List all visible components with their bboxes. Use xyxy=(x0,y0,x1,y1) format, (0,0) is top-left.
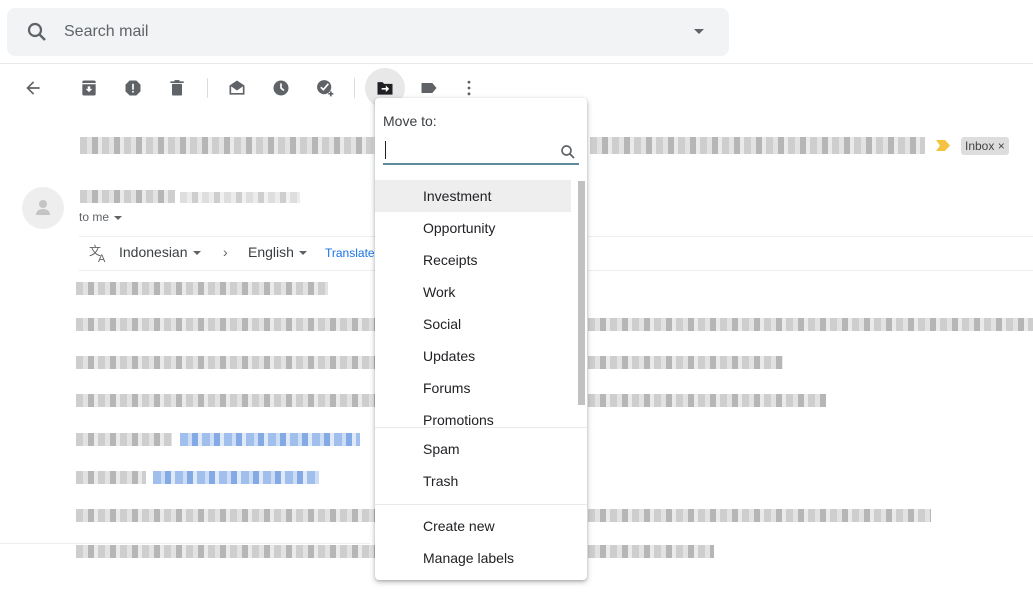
move-to-menu: Move to: Investment Opportunity Receipts… xyxy=(375,98,587,580)
folder-list[interactable]: Investment Opportunity Receipts Work Soc… xyxy=(375,178,587,426)
trash-icon xyxy=(170,80,184,96)
back-button[interactable] xyxy=(21,76,45,100)
search-icon xyxy=(561,145,575,159)
body-line-redacted xyxy=(76,318,376,331)
body-line-redacted xyxy=(588,509,931,522)
chevron-down-icon xyxy=(298,251,307,256)
person-icon xyxy=(36,200,50,215)
labels-button[interactable] xyxy=(417,76,441,100)
folder-item-receipts[interactable]: Receipts xyxy=(375,244,571,276)
translate-message-link[interactable]: Translate xyxy=(325,246,375,260)
recipient-text: to me xyxy=(79,210,110,224)
delete-button[interactable] xyxy=(165,76,189,100)
create-new-label-item[interactable]: Create new xyxy=(375,510,571,542)
move-to-button[interactable] xyxy=(373,76,397,100)
body-line-redacted xyxy=(76,433,172,446)
source-language-select[interactable]: Indonesian xyxy=(119,244,201,260)
more-vert-icon xyxy=(467,80,471,96)
label-chip-text: Inbox xyxy=(965,139,995,153)
body-line-redacted xyxy=(76,282,328,295)
menu-title: Move to: xyxy=(383,113,437,129)
divider xyxy=(0,543,370,544)
folder-item-promotions[interactable]: Promotions xyxy=(375,404,571,426)
add-task-icon xyxy=(317,80,334,97)
folder-item-opportunity[interactable]: Opportunity xyxy=(375,212,571,244)
folder-item-investment[interactable]: Investment xyxy=(375,180,571,212)
body-line-redacted xyxy=(588,356,783,369)
body-line-redacted xyxy=(588,545,714,558)
subject-redacted xyxy=(80,137,375,154)
menu-divider xyxy=(375,427,587,428)
subject-redacted xyxy=(590,137,925,154)
mark-unread-icon xyxy=(229,80,245,95)
manage-labels-item[interactable]: Manage labels xyxy=(375,542,571,574)
folder-item-forums[interactable]: Forums xyxy=(375,372,571,404)
chevron-down-icon xyxy=(192,251,201,256)
sender-name-redacted xyxy=(80,190,175,203)
archive-icon xyxy=(82,80,96,96)
inbox-label-chip: Inbox × xyxy=(961,137,1009,155)
report-spam-button[interactable] xyxy=(121,76,145,100)
body-line-redacted xyxy=(76,356,376,369)
remove-label-button[interactable]: × xyxy=(998,139,1005,153)
move-to-folder-icon xyxy=(377,82,393,95)
search-bar[interactable]: Search mail xyxy=(7,8,729,56)
report-spam-icon xyxy=(125,80,141,96)
arrow-right-icon: › xyxy=(223,244,228,260)
search-options-icon[interactable] xyxy=(694,29,704,34)
recipient-details[interactable]: to me xyxy=(79,210,123,224)
svg-text:A: A xyxy=(98,253,106,263)
folder-search-input[interactable] xyxy=(383,138,579,165)
important-marker-icon[interactable] xyxy=(936,140,950,151)
source-language: Indonesian xyxy=(119,244,188,260)
divider xyxy=(0,63,1033,64)
folder-item-work[interactable]: Work xyxy=(375,276,571,308)
more-button[interactable] xyxy=(457,76,481,100)
translate-icon: 文A xyxy=(89,243,106,263)
body-line-redacted xyxy=(76,471,146,484)
target-language-select[interactable]: English xyxy=(248,244,307,260)
chevron-down-icon xyxy=(114,215,123,220)
body-line-redacted xyxy=(76,394,376,407)
toolbar-separator xyxy=(354,78,355,98)
body-link-redacted[interactable] xyxy=(153,471,319,484)
clock-icon xyxy=(273,80,289,96)
body-line-redacted xyxy=(588,394,826,407)
add-to-tasks-button[interactable] xyxy=(313,76,337,100)
avatar xyxy=(22,187,64,229)
folder-item-updates[interactable]: Updates xyxy=(375,340,571,372)
mark-unread-button[interactable] xyxy=(225,76,249,100)
body-link-redacted[interactable] xyxy=(180,433,360,446)
folder-item-social[interactable]: Social xyxy=(375,308,571,340)
target-language: English xyxy=(248,244,294,260)
menu-divider xyxy=(375,504,587,505)
archive-button[interactable] xyxy=(77,76,101,100)
body-line-redacted xyxy=(76,545,376,558)
search-icon[interactable] xyxy=(25,20,49,44)
toolbar-separator xyxy=(207,78,208,98)
folder-item-trash[interactable]: Trash xyxy=(375,465,571,497)
text-cursor xyxy=(385,141,386,159)
body-line-redacted xyxy=(76,509,376,522)
search-input[interactable]: Search mail xyxy=(64,23,148,41)
body-line-redacted xyxy=(588,318,1033,331)
back-arrow-icon xyxy=(26,81,40,95)
folder-list-scrollbar[interactable] xyxy=(578,181,585,405)
sender-email-redacted xyxy=(180,192,300,203)
folder-item-spam[interactable]: Spam xyxy=(375,433,571,465)
label-icon xyxy=(421,83,437,93)
snooze-button[interactable] xyxy=(269,76,293,100)
